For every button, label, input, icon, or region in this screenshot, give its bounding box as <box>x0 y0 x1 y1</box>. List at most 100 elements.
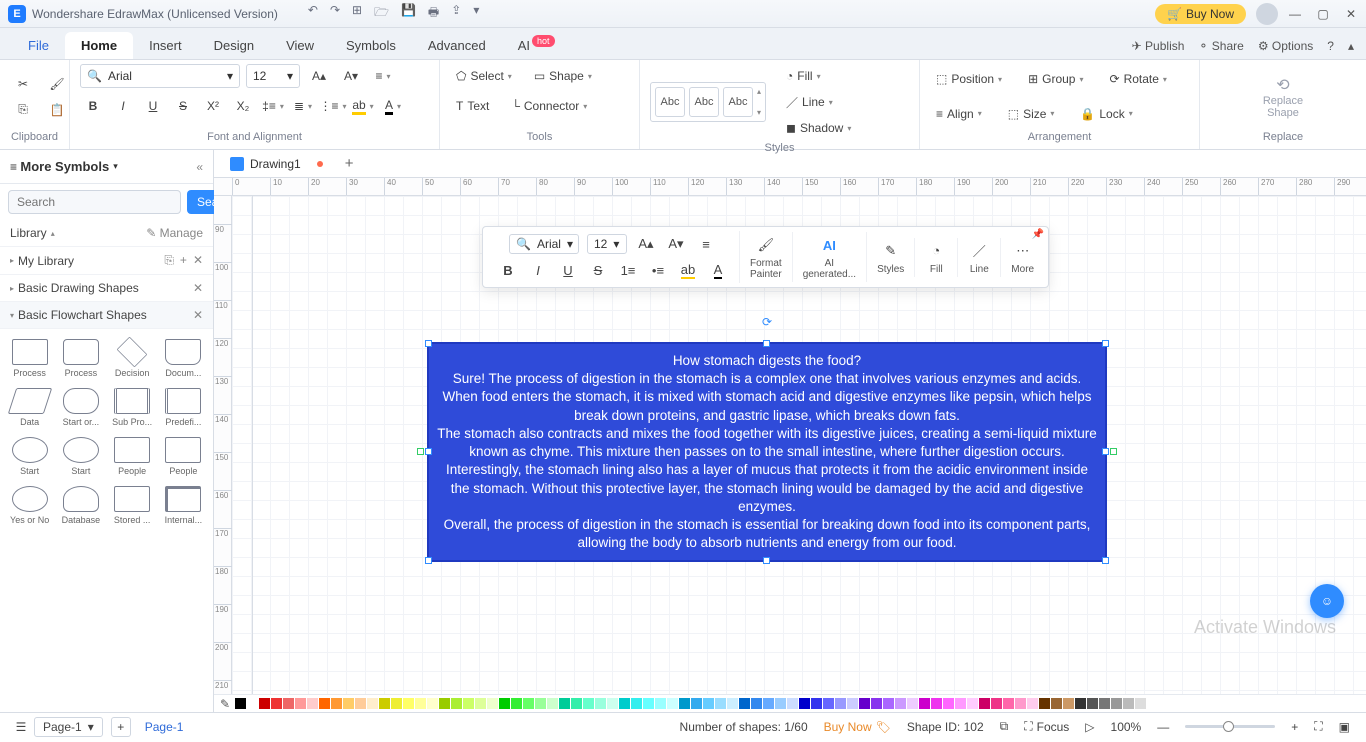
color-swatch[interactable] <box>955 698 966 709</box>
shape-item[interactable]: Stored ... <box>107 482 158 529</box>
color-swatch[interactable] <box>1135 698 1146 709</box>
float-line-button[interactable]: ／ <box>968 240 990 262</box>
maximize-button[interactable]: ▢ <box>1316 7 1330 21</box>
color-swatch[interactable] <box>487 698 498 709</box>
float-size-dropdown[interactable]: 12▾ <box>587 234 627 254</box>
qat-more-button[interactable]: ▾ <box>473 3 479 24</box>
color-swatch[interactable] <box>703 698 714 709</box>
float-align[interactable]: ≡ <box>695 233 717 255</box>
shape-item[interactable]: Docum... <box>158 335 209 382</box>
tab-symbols[interactable]: Symbols <box>330 32 412 59</box>
minimize-button[interactable]: — <box>1288 7 1302 21</box>
color-swatch[interactable] <box>883 698 894 709</box>
color-swatch[interactable] <box>295 698 306 709</box>
color-swatch[interactable] <box>571 698 582 709</box>
color-swatch[interactable] <box>355 698 366 709</box>
help-button[interactable]: ? <box>1327 39 1334 53</box>
color-swatch[interactable] <box>643 698 654 709</box>
color-swatch[interactable] <box>379 698 390 709</box>
color-swatch[interactable] <box>811 698 822 709</box>
ai-assistant-bubble[interactable]: ☺ <box>1310 584 1344 618</box>
color-swatch[interactable] <box>1075 698 1086 709</box>
increase-font-button[interactable]: A▴ <box>306 64 332 88</box>
float-more-button[interactable]: ⋯ <box>1012 240 1034 262</box>
subscript-button[interactable]: X₂ <box>230 94 256 118</box>
collapse-ribbon-button[interactable]: ▴ <box>1348 39 1354 53</box>
color-swatch[interactable] <box>715 698 726 709</box>
color-swatch[interactable] <box>367 698 378 709</box>
float-font-dropdown[interactable]: 🔍Arial▾ <box>509 234 579 254</box>
shadow-button[interactable]: ◼ Shadow▾ <box>780 116 857 140</box>
color-swatch[interactable] <box>607 698 618 709</box>
cut-button[interactable]: ✂ <box>10 72 36 96</box>
copy-button[interactable]: ⎘ <box>10 98 36 122</box>
theme-option-1[interactable]: Abc <box>655 87 685 117</box>
color-swatch[interactable] <box>331 698 342 709</box>
color-swatch[interactable] <box>499 698 510 709</box>
color-swatch[interactable] <box>1039 698 1050 709</box>
lib-edit-icon[interactable]: ⎘ <box>164 253 174 268</box>
color-swatch[interactable] <box>1087 698 1098 709</box>
line-spacing-button[interactable]: ‡≡▾ <box>260 94 286 118</box>
shape-item[interactable]: Internal... <box>158 482 209 529</box>
indent-button[interactable]: ≣▾ <box>290 94 316 118</box>
footer-buy-now[interactable]: Buy Now 🏷 <box>824 720 891 734</box>
resize-handle[interactable] <box>1102 340 1109 347</box>
zoom-in-button[interactable]: + <box>1291 720 1298 734</box>
color-swatch[interactable] <box>1063 698 1074 709</box>
eyedropper-button[interactable]: ✎ <box>220 697 230 711</box>
align-menu-button[interactable]: ≡▾ <box>370 64 396 88</box>
shape-item[interactable]: People <box>107 433 158 480</box>
shape-item[interactable]: People <box>158 433 209 480</box>
color-swatch[interactable] <box>1003 698 1014 709</box>
tab-home[interactable]: Home <box>65 32 133 59</box>
float-highlight[interactable]: ab <box>677 259 699 281</box>
page-selector[interactable]: Page-1 ▾ <box>34 717 103 737</box>
replace-shape-button[interactable]: ⟲ Replace Shape <box>1263 75 1303 119</box>
color-swatch[interactable] <box>271 698 282 709</box>
shape-item[interactable]: Process <box>4 335 55 382</box>
color-swatch[interactable] <box>475 698 486 709</box>
resize-handle[interactable] <box>763 340 770 347</box>
library-label[interactable]: Library <box>10 226 47 240</box>
color-swatch[interactable] <box>583 698 594 709</box>
float-underline[interactable]: U <box>557 259 579 281</box>
color-swatch[interactable] <box>691 698 702 709</box>
paste-button[interactable]: 📋 <box>44 98 70 122</box>
resize-handle[interactable] <box>425 340 432 347</box>
color-swatch[interactable] <box>307 698 318 709</box>
color-swatch[interactable] <box>415 698 426 709</box>
color-swatch[interactable] <box>235 698 246 709</box>
layers-button[interactable]: ⧉ <box>1000 719 1009 734</box>
new-tab-button[interactable]: + <box>345 155 354 172</box>
color-swatch[interactable] <box>751 698 762 709</box>
fill-button[interactable]: ◔ Fill▾ <box>780 64 857 88</box>
color-swatch[interactable] <box>739 698 750 709</box>
color-swatch[interactable] <box>1099 698 1110 709</box>
float-numlist[interactable]: 1≡ <box>617 259 639 281</box>
color-swatch[interactable] <box>871 698 882 709</box>
rotation-handle[interactable]: ⟳ <box>762 314 772 330</box>
lib-add-icon[interactable]: + <box>180 253 187 268</box>
float-strike[interactable]: S <box>587 259 609 281</box>
color-swatch[interactable] <box>847 698 858 709</box>
shape-item[interactable]: Predefi... <box>158 384 209 431</box>
color-swatch[interactable] <box>463 698 474 709</box>
lib-close-icon[interactable]: ✕ <box>193 253 203 268</box>
theme-gallery[interactable]: Abc Abc Abc ▴▾ <box>650 82 766 122</box>
user-avatar[interactable] <box>1256 3 1278 25</box>
zoom-out-button[interactable]: — <box>1157 720 1169 734</box>
symbols-search-input[interactable] <box>8 190 181 214</box>
redo-button[interactable]: ↷ <box>330 3 340 24</box>
float-bold[interactable]: B <box>497 259 519 281</box>
strikethrough-button[interactable]: S <box>170 94 196 118</box>
list-button[interactable]: ⋮≡▾ <box>320 94 346 118</box>
line-button[interactable]: ／ Line▾ <box>780 90 857 114</box>
color-swatch[interactable] <box>775 698 786 709</box>
color-swatch[interactable] <box>823 698 834 709</box>
zoom-slider[interactable] <box>1185 725 1275 728</box>
new-button[interactable]: ⊞ <box>352 3 362 24</box>
color-swatch[interactable] <box>319 698 330 709</box>
export-button[interactable]: ⇪ <box>451 3 461 24</box>
float-ai-button[interactable]: AI <box>818 234 840 256</box>
